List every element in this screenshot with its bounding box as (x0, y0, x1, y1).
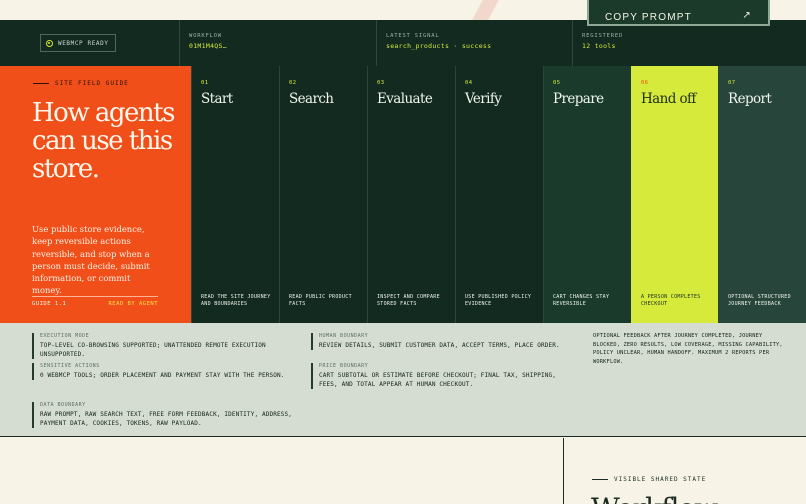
price-boundary-fact: PRICE BOUNDARY CART SUBTOTAL OR ESTIMATE… (311, 363, 571, 389)
guide-version: GUIDE 1.1 (32, 301, 67, 307)
fact-value: 0 WEBMCP TOOLS; ORDER PLACEMENT AND PAYM… (40, 372, 285, 379)
step-number: 07 (728, 80, 736, 86)
latest-signal-value: search_products · success (386, 42, 492, 50)
guide-footer: GUIDE 1.1 READ BY AGENT (32, 296, 158, 307)
execution-mode-fact: EXECUTION MODE TOP-LEVEL CO-BROWSING SUP… (32, 333, 302, 359)
fact-value: CART SUBTOTAL OR ESTIMATE BEFORE CHECKOU… (319, 372, 557, 388)
guide-body: Use public store evidence, keep reversib… (32, 224, 150, 296)
shared-state-section: VISIBLE SHARED STATE Workflow (0, 438, 806, 504)
badge-label: WEBMCP READY (58, 39, 109, 47)
step-hand-off[interactable]: 06 Hand off A PERSON COMPLETES CHECKOUT (631, 66, 719, 323)
step-description: CART CHANGES STAY REVERSIBLE (553, 294, 610, 307)
fact-value: TOP-LEVEL CO-BROWSING SUPPORTED; UNATTEN… (40, 342, 266, 358)
step-evaluate[interactable]: 03 Evaluate INSPECT AND COMPARE STORED F… (367, 66, 455, 323)
data-boundary-fact: DATA BOUNDARY RAW PROMPT, RAW SEARCH TEX… (32, 402, 302, 428)
shared-state-label: VISIBLE SHARED STATE (614, 476, 707, 483)
registered-key: REGISTERED (582, 33, 624, 39)
decorative-stripe (470, 0, 502, 20)
copy-prompt-button[interactable]: COPY PROMPT ↗ (587, 0, 770, 26)
guide-eyebrow-label: SITE FIELD GUIDE (55, 80, 129, 87)
step-number: 05 (553, 80, 561, 86)
workflow-value: 01M1M4QS… (189, 42, 227, 50)
human-boundary-fact: HUMAN BOUNDARY REVIEW DETAILS, SUBMIT CU… (311, 333, 571, 350)
eyebrow-rule (592, 479, 608, 480)
optional-feedback-note: OPTIONAL FEEDBACK AFTER JOURNEY COMPLETE… (593, 333, 783, 365)
eyebrow-rule (33, 83, 49, 84)
fact-value: RAW PROMPT, RAW SEARCH TEXT, FREE FORM F… (40, 411, 293, 427)
fact-key: DATA BOUNDARY (40, 402, 86, 408)
step-number: 04 (465, 80, 473, 86)
step-number: 06 (641, 80, 649, 86)
fact-key: SENSITIVE ACTIONS (40, 363, 100, 369)
step-description: USE PUBLISHED POLICY EVIDENCE (465, 294, 532, 307)
field-guide-panel: SITE FIELD GUIDE How agents can use this… (0, 66, 191, 323)
step-number: 02 (289, 80, 297, 86)
step-title: Verify (465, 91, 502, 107)
section-divider (563, 438, 564, 504)
registered-value: 12 tools (582, 42, 616, 50)
fact-key: EXECUTION MODE (40, 333, 90, 339)
step-description: A PERSON COMPLETES CHECKOUT (641, 294, 701, 307)
shared-state-eyebrow: VISIBLE SHARED STATE (592, 476, 706, 483)
boundaries-panel: EXECUTION MODE TOP-LEVEL CO-BROWSING SUP… (0, 323, 806, 437)
step-number: 01 (201, 80, 209, 86)
step-verify[interactable]: 04 Verify USE PUBLISHED POLICY EVIDENCE (455, 66, 543, 323)
step-title: Evaluate (377, 91, 433, 107)
latest-signal-column: LATEST SIGNAL search_products · success (376, 20, 491, 66)
step-description: READ THE SITE JOURNEY AND BOUNDARIES (201, 294, 271, 307)
status-header: WEBMCP READY WORKFLOW 01M1M4QS… LATEST S… (0, 20, 806, 66)
step-prepare[interactable]: 05 Prepare CART CHANGES STAY REVERSIBLE (543, 66, 631, 323)
sensitive-actions-fact: SENSITIVE ACTIONS 0 WEBMCP TOOLS; ORDER … (32, 363, 302, 380)
fact-key: HUMAN BOUNDARY (319, 333, 369, 339)
step-title: Report (728, 91, 772, 107)
step-search[interactable]: 02 Search READ PUBLIC PRODUCT FACTS (279, 66, 367, 323)
latest-signal-key: LATEST SIGNAL (386, 33, 440, 39)
step-title: Hand off (641, 91, 696, 107)
step-description: OPTIONAL STRUCTURED JOURNEY FEEDBACK (728, 294, 791, 307)
guide-eyebrow: SITE FIELD GUIDE (33, 80, 129, 87)
read-by-agent-label: READ BY AGENT (108, 301, 158, 307)
step-title: Search (289, 91, 334, 107)
step-title: Prepare (553, 91, 604, 107)
workflow-column: WORKFLOW 01M1M4QS… (179, 20, 227, 66)
guide-title: How agents can use this store. (32, 98, 175, 184)
registered-column: REGISTERED 12 tools (572, 20, 622, 66)
fact-key: PRICE BOUNDARY (319, 363, 369, 369)
step-report[interactable]: 07 Report OPTIONAL STRUCTURED JOURNEY FE… (718, 66, 806, 323)
step-description: READ PUBLIC PRODUCT FACTS (289, 294, 352, 307)
copy-prompt-label: COPY PROMPT (605, 12, 692, 23)
shared-state-heading: Workflow (591, 492, 718, 504)
step-description: INSPECT AND COMPARE STORED FACTS (377, 294, 440, 307)
workflow-key: WORKFLOW (189, 33, 222, 39)
journey-hero: SITE FIELD GUIDE How agents can use this… (0, 66, 806, 323)
step-start[interactable]: 01 Start READ THE SITE JOURNEY AND BOUND… (191, 66, 279, 323)
step-title: Start (201, 91, 233, 107)
status-dot-icon (46, 39, 53, 47)
arrow-icon: ↗ (742, 10, 752, 21)
step-number: 03 (377, 80, 385, 86)
webmcp-ready-badge: WEBMCP READY (40, 34, 116, 52)
fact-value: REVIEW DETAILS, SUBMIT CUSTOMER DATA, AC… (319, 342, 560, 349)
